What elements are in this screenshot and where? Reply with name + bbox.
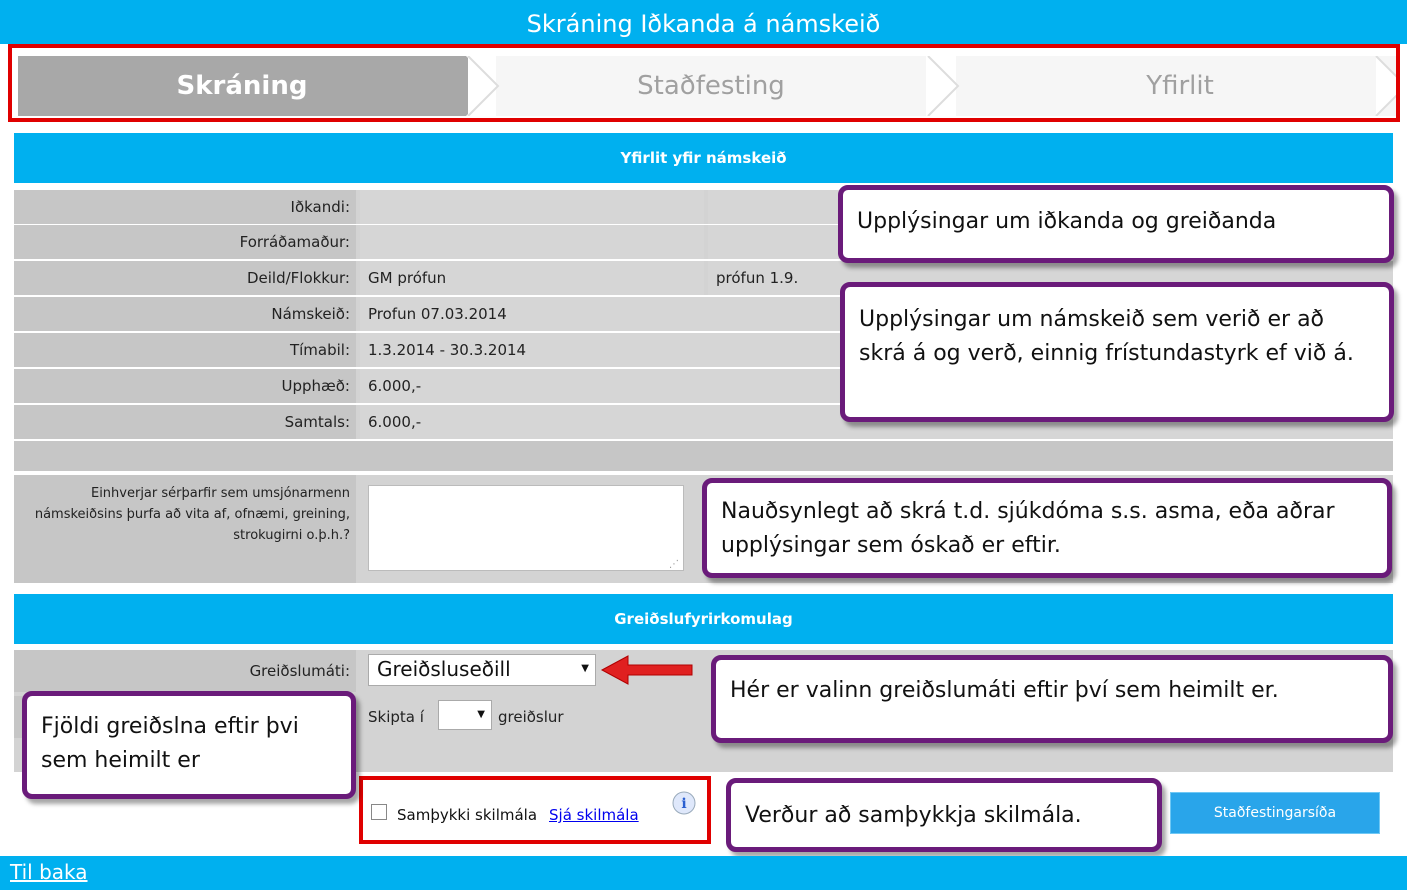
- split-suffix: greiðslur: [498, 708, 564, 726]
- spacer-row: [14, 441, 1393, 471]
- section-header-overview: Yfirlit yfir námskeið: [14, 133, 1393, 183]
- terms-checkbox[interactable]: [371, 804, 387, 820]
- callout-special-needs: Nauðsynlegt að skrá t.d. sjúkdóma s.s. a…: [702, 478, 1392, 578]
- notes-label: Einhverjar sérþarfir sem umsjónarmenn ná…: [14, 475, 356, 583]
- svg-text:i: i: [681, 796, 686, 812]
- footer-bar: Til baka: [0, 856, 1407, 890]
- chevron-right-icon: [467, 56, 500, 116]
- callout-course-info: Upplýsingar um námskeið sem verið er að …: [840, 282, 1394, 422]
- terms-label: Samþykki skilmála: [397, 806, 538, 824]
- step-summary: Yfirlit: [956, 56, 1396, 116]
- page-title: Skráning Iðkanda á námskeið: [0, 0, 1407, 44]
- step-progress: Skráning Staðfesting Yfirlit: [8, 44, 1400, 122]
- chevron-down-icon: ▼: [477, 709, 485, 720]
- row-label: Iðkandi:: [14, 190, 356, 224]
- split-prefix: Skipta í: [368, 708, 424, 726]
- section-header-payment: Greiðslufyrirkomulag: [14, 594, 1393, 644]
- chevron-right-icon: [1375, 56, 1396, 116]
- row-label: Upphæð:: [14, 369, 356, 403]
- terms-highlight: Samþykki skilmála Sjá skilmála i: [359, 776, 711, 844]
- payment-label: Greiðslumáti:: [14, 650, 356, 692]
- step-confirmation: Staðfesting: [496, 56, 926, 116]
- callout-payment-method: Hér er valinn greiðslumáti eftir því sem…: [711, 655, 1393, 743]
- row-label: Samtals:: [14, 405, 356, 439]
- resize-handle-icon[interactable]: ⋰: [669, 559, 679, 570]
- back-link[interactable]: Til baka: [10, 860, 88, 884]
- chevron-down-icon: ▼: [581, 663, 589, 674]
- callout-split-count: Fjöldi greiðslna eftir þvi sem heimilt e…: [22, 691, 356, 799]
- callout-participant-info: Upplýsingar um iðkanda og greiðanda: [838, 185, 1394, 263]
- split-count-select[interactable]: ▼: [438, 700, 492, 730]
- row-value: [360, 190, 704, 224]
- notes-textarea[interactable]: ⋰: [368, 485, 684, 571]
- row-label: Forráðamaður:: [14, 225, 356, 259]
- row-value: GM prófun: [360, 261, 704, 295]
- arrow-left-icon: [600, 655, 693, 685]
- row-label: Námskeið:: [14, 297, 356, 331]
- chevron-right-icon: [927, 56, 960, 116]
- payment-method-select[interactable]: Greiðsluseðill ▼: [368, 654, 596, 686]
- callout-terms: Verður að samþykkja skilmála.: [726, 778, 1162, 852]
- step-registration: Skráning: [18, 56, 466, 116]
- payment-select-value: Greiðsluseðill: [377, 657, 511, 681]
- row-value: [360, 225, 704, 259]
- row-label: Deild/Flokkur:: [14, 261, 356, 295]
- terms-link[interactable]: Sjá skilmála: [549, 806, 639, 824]
- row-label: Tímabil:: [14, 333, 356, 367]
- confirm-page-button[interactable]: Staðfestingarsíða: [1170, 792, 1380, 834]
- info-icon[interactable]: i: [671, 790, 697, 816]
